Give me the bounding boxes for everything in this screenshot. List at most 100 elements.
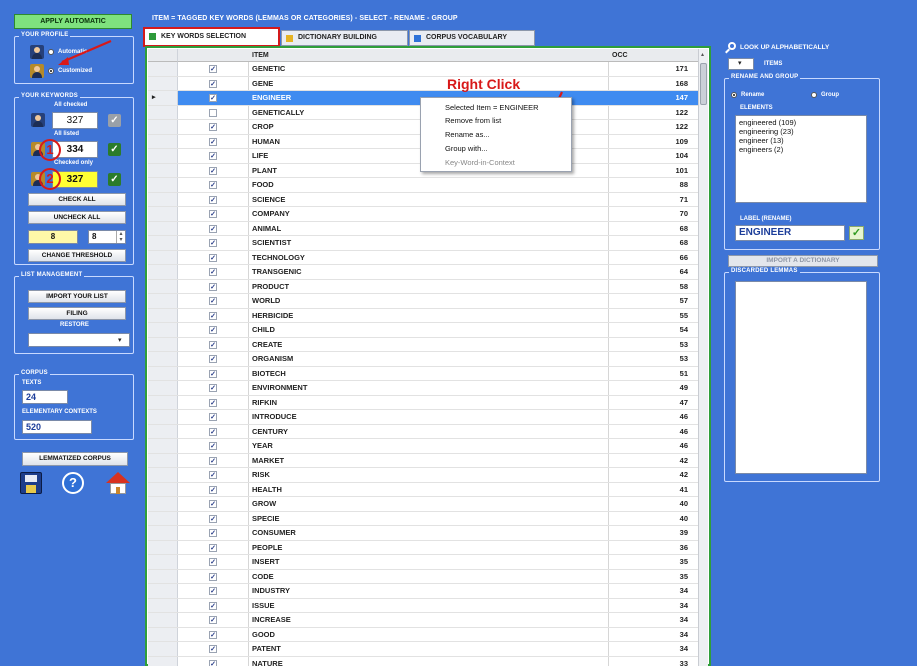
occ-column-header[interactable]: OCC [608,49,698,62]
table-row[interactable]: ✓ COMPANY 70 [148,207,698,222]
row-indicator[interactable] [148,163,178,177]
table-row[interactable]: ✓ HERBICIDE 55 [148,308,698,323]
row-indicator[interactable] [148,120,178,134]
row-checkbox[interactable]: ✓ [209,543,217,552]
row-checkbox[interactable]: ✓ [209,326,217,334]
table-row[interactable]: ✓ HEALTH 41 [148,482,698,497]
row-checkbox[interactable]: ✓ [209,384,217,392]
table-row[interactable]: ✓ WORLD 57 [148,294,698,309]
table-row[interactable]: ✓ INDUSTRY 34 [148,584,698,599]
row-checkbox[interactable]: ✓ [209,137,217,146]
table-row[interactable]: ✓ RISK 42 [148,468,698,483]
row-indicator[interactable] [148,511,178,525]
row-indicator[interactable] [148,178,178,192]
row-indicator[interactable] [148,76,178,90]
row-indicator[interactable] [148,497,178,511]
row-indicator[interactable] [148,337,178,351]
label-rename-input[interactable]: ENGINEER [735,225,845,241]
row-indicator[interactable] [148,149,178,163]
row-checkbox[interactable]: ✓ [209,94,217,102]
row-checkbox[interactable]: ✓ [209,442,217,450]
import-list-button[interactable]: IMPORT YOUR LIST [28,290,126,303]
table-row[interactable]: ✓ SCIENTIST 68 [148,236,698,251]
tab-key-words-selection[interactable]: KEY WORDS SELECTION [143,27,280,47]
row-indicator[interactable] [148,134,178,148]
row-indicator[interactable] [148,468,178,482]
row-checkbox[interactable]: ✓ [209,253,217,262]
row-indicator[interactable] [148,526,178,540]
table-row[interactable]: ✓ TRANSGENIC 64 [148,265,698,280]
table-row[interactable]: ✓ GROW 40 [148,497,698,512]
row-indicator[interactable] [148,250,178,264]
row-indicator[interactable] [148,439,178,453]
table-row[interactable]: ✓ ENVIRONMENT 49 [148,381,698,396]
row-indicator[interactable] [148,395,178,409]
row-checkbox[interactable]: ✓ [209,210,217,218]
all-checked-confirm-icon[interactable]: ✓ [108,114,121,127]
row-indicator[interactable] [148,294,178,308]
row-checkbox[interactable]: ✓ [209,239,217,247]
row-indicator[interactable] [148,352,178,366]
table-row[interactable]: ✓ FOOD 88 [148,178,698,193]
table-row[interactable]: ✓ CHILD 54 [148,323,698,338]
home-icon[interactable] [106,472,130,494]
element-item[interactable]: engineered (109) [739,118,863,127]
change-threshold-button[interactable]: CHANGE THRESHOLD [28,249,126,262]
table-row[interactable]: ✓ TECHNOLOGY 66 [148,250,698,265]
table-row[interactable]: ✓ INTRODUCE 46 [148,410,698,425]
row-checkbox[interactable]: ✓ [209,152,217,160]
row-checkbox[interactable]: ✓ [209,166,217,175]
row-indicator[interactable] [148,627,178,641]
scroll-thumb[interactable] [700,63,707,105]
table-row[interactable]: ✓ CREATE 53 [148,337,698,352]
row-indicator[interactable] [148,192,178,206]
spinner-arrows-icon[interactable]: ▴ ▾ [116,231,125,243]
row-checkbox[interactable]: ✓ [209,79,217,88]
row-checkbox[interactable]: ✓ [209,413,217,421]
row-checkbox[interactable]: ✓ [209,572,217,581]
row-indicator[interactable] [148,584,178,598]
automatic-radio[interactable] [48,49,54,55]
apply-automatic-button[interactable]: APPLY AUTOMATIC [14,14,132,29]
table-row[interactable]: ✓ CODE 35 [148,569,698,584]
row-indicator[interactable] [148,207,178,221]
table-row[interactable]: ✓ YEAR 46 [148,439,698,454]
table-row[interactable]: ✓ GOOD 34 [148,627,698,642]
table-row[interactable]: ✓ CONSUMER 39 [148,526,698,541]
table-row[interactable]: ✓ CENTURY 46 [148,424,698,439]
row-indicator[interactable] [148,424,178,438]
filing-button[interactable]: FILING [28,307,126,320]
row-checkbox[interactable]: ✓ [209,471,217,479]
listed-confirm-icon[interactable]: ✓ [108,143,121,156]
apply-rename-check-icon[interactable]: ✓ [849,226,864,240]
row-checkbox[interactable]: ✓ [209,123,217,131]
table-row[interactable]: ✓ MARKET 42 [148,453,698,468]
row-indicator[interactable] [148,221,178,235]
row-checkbox[interactable] [209,108,217,117]
menu-item-selected[interactable]: Selected Item = ENGINEER [445,103,539,112]
row-indicator[interactable] [148,555,178,569]
row-indicator[interactable] [148,656,178,666]
row-checkbox[interactable]: ✓ [209,369,217,378]
row-checkbox[interactable]: ✓ [209,427,217,436]
row-checkbox[interactable]: ✓ [209,311,217,320]
row-indicator[interactable] [148,62,178,76]
row-indicator[interactable]: ▸ [148,91,178,105]
row-checkbox[interactable]: ✓ [209,514,217,523]
vertical-scrollbar[interactable]: ▴ [698,49,708,666]
row-checkbox[interactable]: ✓ [209,630,217,639]
row-indicator[interactable] [148,323,178,337]
table-row[interactable]: ✓ PEOPLE 36 [148,540,698,555]
row-checkbox[interactable]: ✓ [209,195,217,204]
row-checkbox[interactable]: ✓ [209,282,217,291]
row-indicator[interactable] [148,598,178,612]
scroll-up-icon[interactable]: ▴ [701,51,704,58]
check-all-button[interactable]: CHECK ALL [28,193,126,206]
group-radio[interactable] [811,92,817,98]
discarded-lemmas-list[interactable] [735,281,867,474]
row-indicator[interactable] [148,569,178,583]
row-indicator[interactable] [148,410,178,424]
menu-item-remove[interactable]: Remove from list [445,116,501,125]
row-checkbox[interactable]: ✓ [209,224,217,233]
table-row[interactable]: ✓ INSERT 35 [148,555,698,570]
